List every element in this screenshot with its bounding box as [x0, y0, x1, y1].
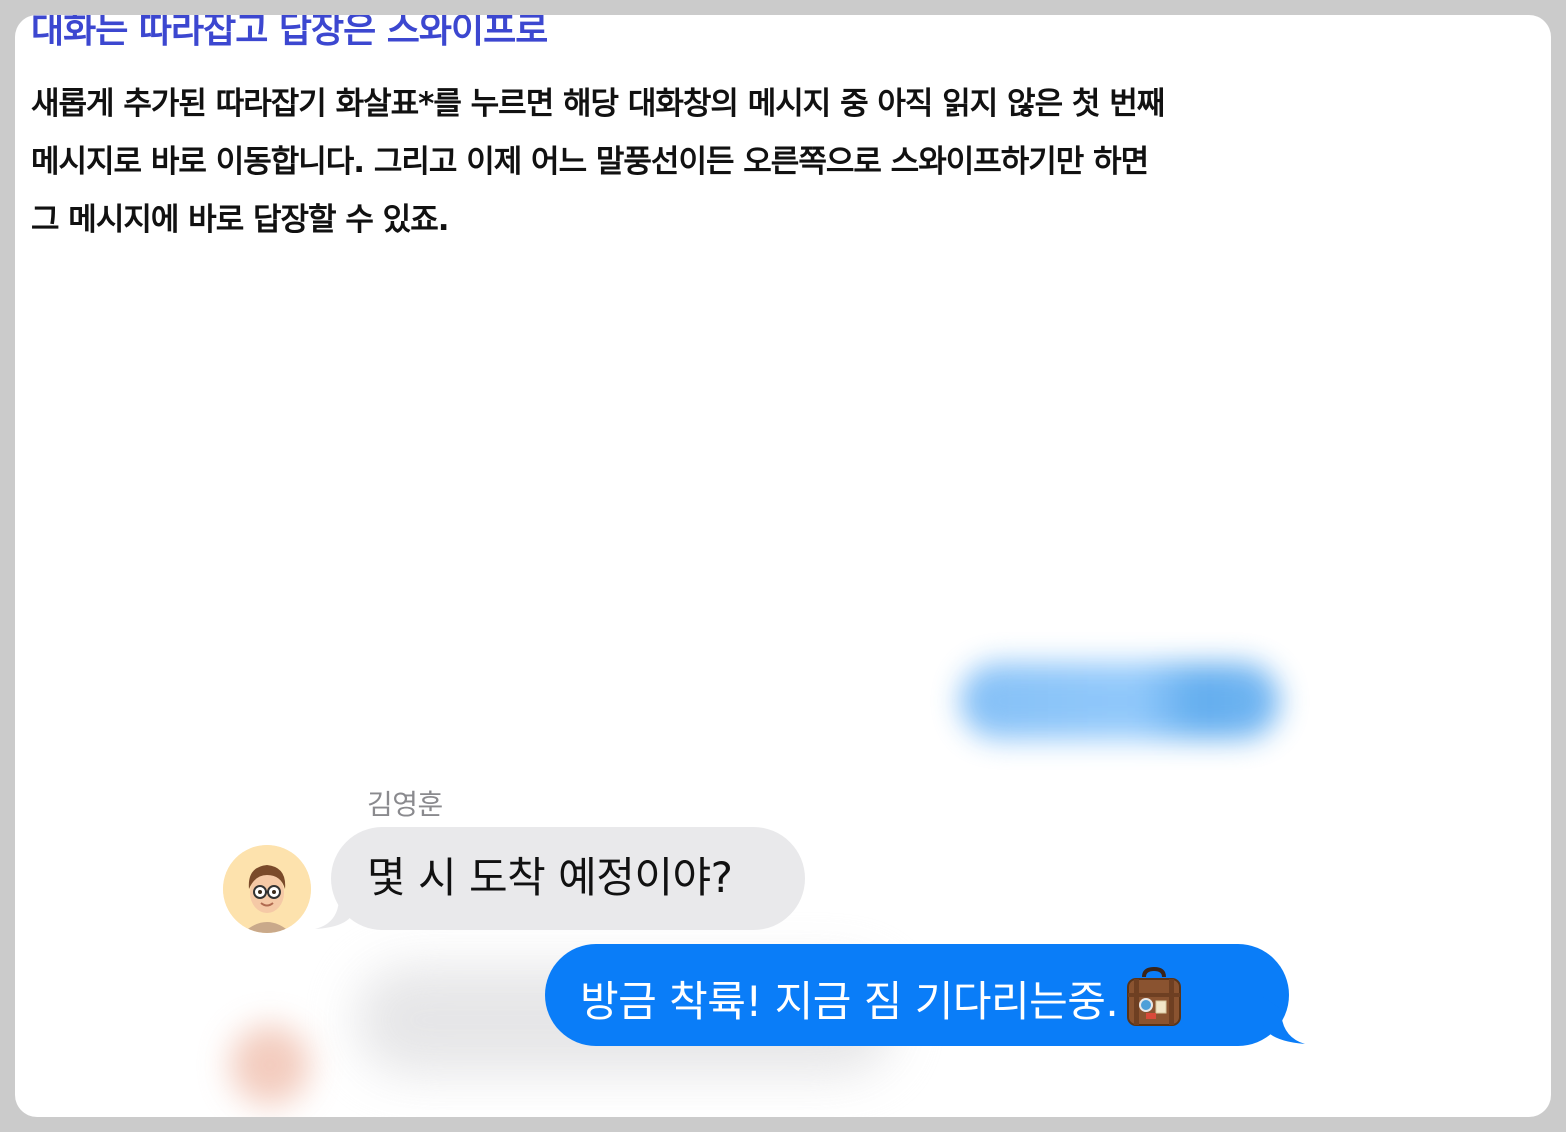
- description-line: 메시지로 바로 이동합니다. 그리고 이제 어느 말풍선이든 오른쪽으로 스와이…: [31, 144, 1149, 180]
- feature-description: 새롭게 추가된 따라잡기 화살표*를 누르면 해당 대화창의 메시지 중 아직 …: [31, 75, 1291, 249]
- blurred-avatar: [230, 1025, 310, 1105]
- feature-headline: 대화는 따라잡고 답장은 스와이프로: [31, 15, 548, 51]
- outgoing-message-text: 방금 착륙! 지금 짐 기다리는중.: [580, 977, 1119, 1026]
- description-line: 그 메시지에 바로 답장할 수 있죠.: [31, 202, 450, 238]
- suitcase-icon: [1124, 966, 1184, 1042]
- outgoing-message: 방금 착륙! 지금 짐 기다리는중.: [580, 966, 1184, 1042]
- blurred-outgoing-bubble: [960, 663, 1280, 739]
- description-line: 새롭게 추가된 따라잡기 화살표*를 누르면 해당 대화창의 메시지 중 아직 …: [31, 86, 1165, 122]
- incoming-message-text: 몇 시 도착 예정이야?: [367, 853, 733, 902]
- sender-name: 김영훈: [367, 788, 443, 821]
- feature-card: 대화는 따라잡고 답장은 스와이프로 새롭게 추가된 따라잡기 화살표*를 누르…: [15, 15, 1551, 1117]
- outgoing-bubble-tail: [1263, 997, 1305, 1044]
- incoming-bubble-tail: [315, 883, 353, 929]
- memoji-avatar-with-glasses-icon[interactable]: [223, 845, 311, 933]
